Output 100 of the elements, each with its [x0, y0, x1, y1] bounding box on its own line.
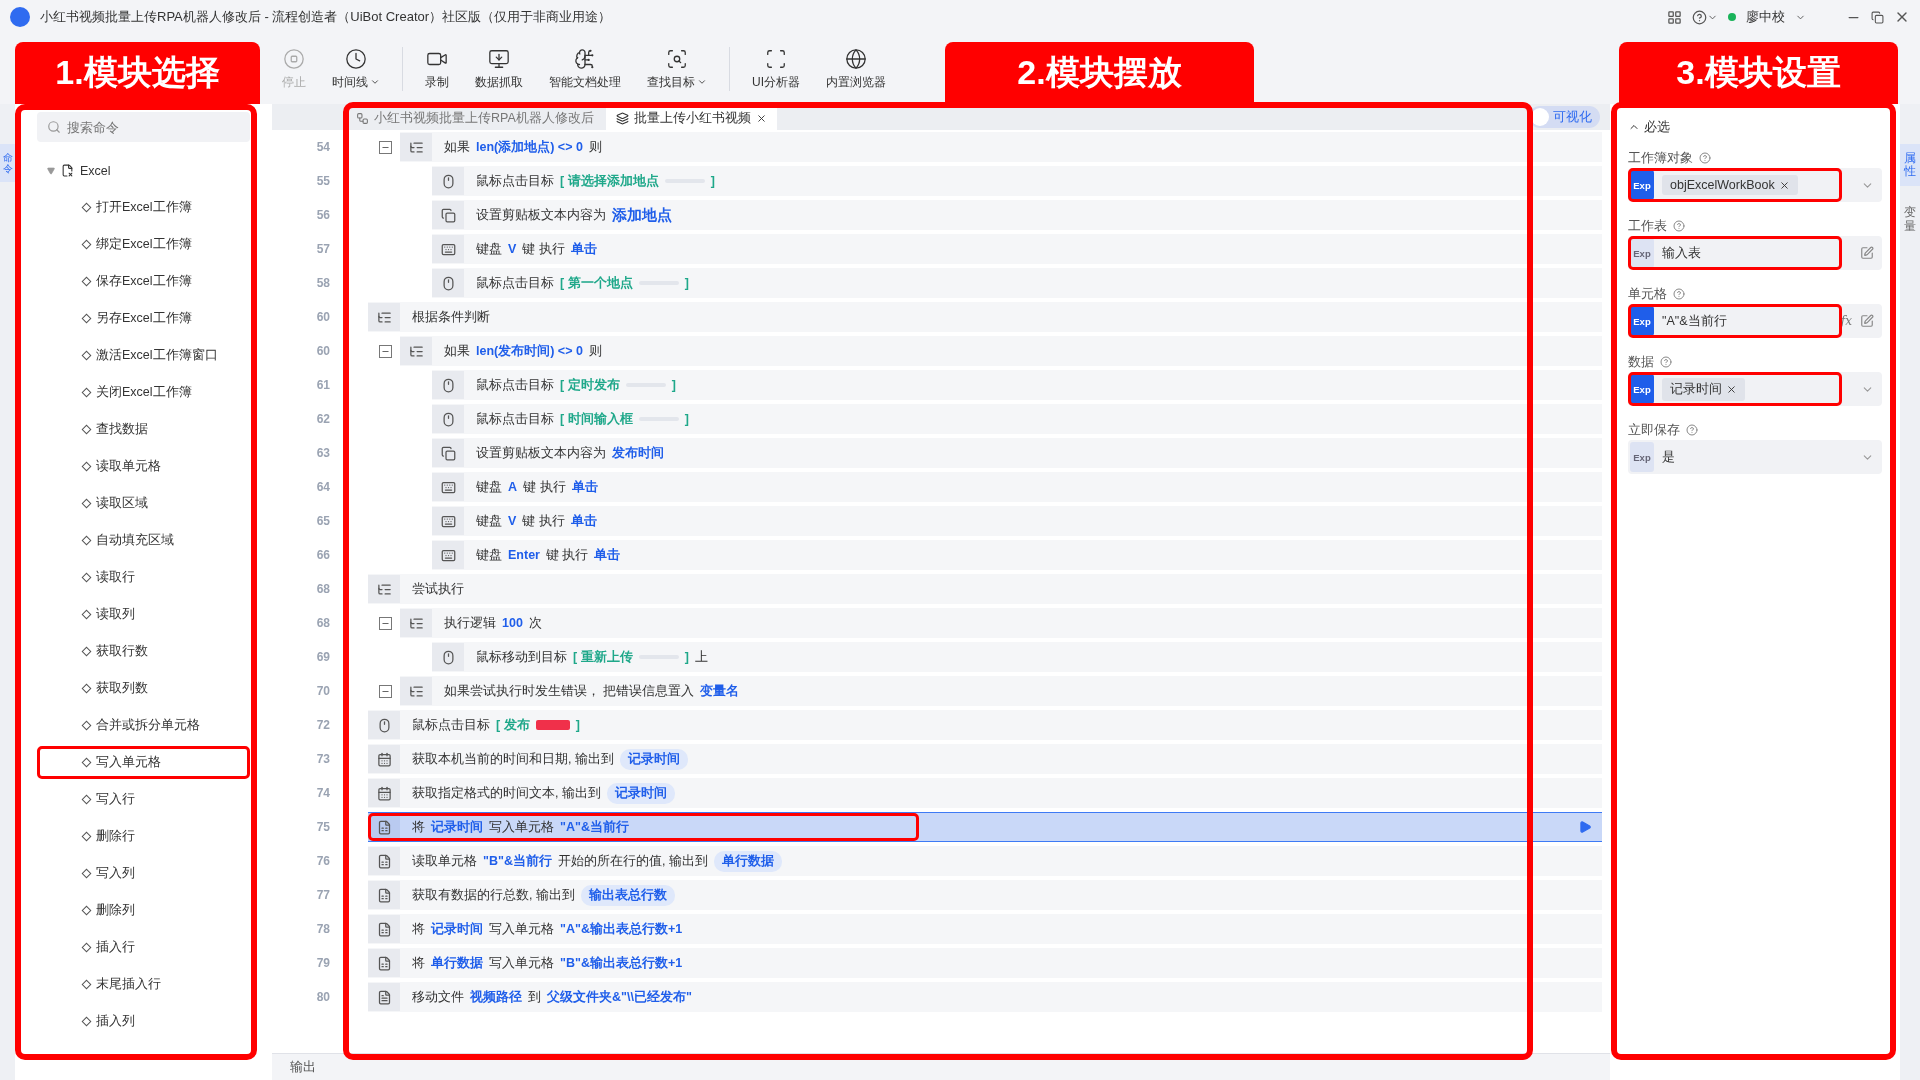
edit-icon[interactable] [1860, 314, 1874, 328]
statement-row[interactable]: 如果尝试执行时发生错误， 把错误信息置入 变量名 [400, 676, 1602, 706]
field-label: 立即保存 [1628, 421, 1680, 439]
field-value: 是 [1662, 448, 1676, 466]
user-name[interactable]: 廖中校 [1746, 8, 1785, 26]
toolbar-button[interactable]: 内置浏览器 [816, 43, 896, 95]
statement-row[interactable]: 键盘 Enter 键 执行 单击 [432, 540, 1602, 570]
variable-token: V [508, 242, 517, 256]
collapse-icon[interactable] [379, 344, 392, 358]
statement-row[interactable]: 鼠标点击目标 [ 第一个地点 ] [432, 268, 1602, 298]
command-item[interactable]: 删除列 [96, 902, 135, 919]
command-item[interactable]: 打开Excel工作簿 [96, 199, 192, 216]
toolbar-button[interactable]: UI分析器 [742, 43, 810, 95]
command-item[interactable]: 另存Excel工作簿 [96, 310, 192, 327]
statement-row[interactable]: 移动文件 视频路径 到 父级文件夹&"\\已经发布" [368, 982, 1602, 1012]
remove-icon[interactable] [1778, 179, 1790, 191]
run-button[interactable] [1578, 820, 1592, 834]
command-item[interactable]: 合并或拆分单元格 [96, 717, 200, 734]
toolbar-button[interactable]: 智能文档处理 [539, 43, 631, 95]
statement-row[interactable]: 鼠标点击目标 [ 时间输入框 ] [432, 404, 1602, 434]
command-item[interactable]: 查找数据 [96, 421, 148, 438]
command-item[interactable]: 绑定Excel工作簿 [96, 236, 192, 253]
toolbar-button[interactable]: 录制 [415, 43, 459, 95]
collapse-caret-icon[interactable] [47, 166, 55, 175]
toolbar-button[interactable]: 数据抓取 [465, 43, 533, 95]
statement-row[interactable]: 读取单元格 "B"&当前行 开始的所在行的值, 输出到 单行数据 [368, 846, 1602, 876]
statement-row[interactable]: 如果 len(添加地点) <> 0 则 [400, 132, 1602, 162]
statement-row[interactable]: 将 记录时间 写入单元格 "A"&当前行 [368, 812, 1602, 842]
statement-text: 设置剪贴板文本内容为 [476, 444, 606, 462]
command-item[interactable]: 获取行数 [96, 643, 148, 660]
command-item[interactable]: 删除行 [96, 828, 135, 845]
collapse-icon[interactable] [379, 616, 392, 630]
command-item[interactable]: 读取单元格 [96, 458, 161, 475]
collapse-icon[interactable] [379, 684, 392, 698]
statement-row[interactable]: 键盘 V 键 执行 单击 [432, 506, 1602, 536]
command-item[interactable]: 写入行 [96, 791, 135, 808]
property-field[interactable]: Exp 是 [1628, 440, 1882, 474]
command-item[interactable]: 插入行 [96, 939, 135, 956]
statement-row[interactable]: 键盘 A 键 执行 单击 [432, 472, 1602, 502]
command-item[interactable]: 读取列 [96, 606, 135, 623]
mouse-icon [440, 275, 456, 291]
command-item[interactable]: 自动填充区域 [96, 532, 174, 549]
statement-row[interactable]: 将 记录时间 写入单元格 "A"&输出表总行数+1 [368, 914, 1602, 944]
collapse-icon[interactable] [379, 140, 392, 154]
statement-row[interactable]: 鼠标点击目标 [ 发布 ] [368, 710, 1602, 740]
remove-icon[interactable] [1726, 383, 1737, 395]
toolbar-button[interactable]: 时间线 [322, 43, 390, 95]
variable-token: 100 [502, 616, 523, 630]
close-icon[interactable] [755, 112, 767, 124]
command-item[interactable]: 写入单元格 [96, 754, 161, 771]
statement-row[interactable]: 根据条件判断 [368, 302, 1602, 332]
restore-icon[interactable] [1871, 10, 1884, 24]
grid-icon[interactable] [1667, 9, 1682, 25]
clock-icon [345, 47, 367, 70]
side-tab[interactable]: 属性 [1900, 144, 1920, 187]
edit-icon[interactable] [1860, 246, 1874, 260]
mouse-icon [440, 377, 456, 393]
toolbar-button[interactable]: 查找目标 [637, 43, 717, 95]
search-field[interactable]: 搜索命令 [37, 112, 250, 142]
line-number: 61 [315, 378, 330, 392]
document-tab[interactable]: 批量上传小红书视频 [605, 106, 777, 130]
side-tab[interactable]: 命令 [0, 144, 15, 182]
statement-row[interactable]: 键盘 V 键 执行 单击 [432, 234, 1602, 264]
property-field[interactable]: Exp 记录时间 [1628, 372, 1882, 406]
section-header[interactable]: 必选 [1628, 118, 1882, 136]
statement-row[interactable]: 设置剪贴板文本内容为 添加地点 [432, 200, 1602, 230]
command-item[interactable]: 读取区域 [96, 495, 148, 512]
command-item[interactable]: 关闭Excel工作簿 [96, 384, 192, 401]
command-item[interactable]: 末尾插入行 [96, 976, 161, 993]
statement-row[interactable]: 如果 len(发布时间) <> 0 则 [400, 336, 1602, 366]
command-item[interactable]: 插入列 [96, 1013, 135, 1030]
statement-text: 将 [412, 818, 425, 836]
statement-row[interactable]: 尝试执行 [368, 574, 1602, 604]
statement-row[interactable]: 获取本机当前的时间和日期, 输出到 记录时间 [368, 744, 1602, 774]
spreadsheet-icon [376, 921, 392, 937]
statement-row[interactable]: 鼠标点击目标 [ 定时发布 ] [432, 370, 1602, 400]
statement-row[interactable]: 获取有数据的行总数, 输出到 输出表总行数 [368, 880, 1602, 910]
document-tab[interactable]: 小红书视频批量上传RPA机器人修改后 [346, 106, 604, 130]
statement-row[interactable]: 设置剪贴板文本内容为 发布时间 [432, 438, 1602, 468]
statement-row[interactable]: 获取指定格式的时间文本, 输出到 记录时间 [368, 778, 1602, 808]
help-icon[interactable] [1692, 9, 1718, 25]
expression-badge[interactable]: Exp [1630, 442, 1654, 472]
statement-text: 鼠标点击目标 [476, 410, 554, 428]
variable-token: 父级文件夹&"\\已经发布" [547, 988, 692, 1006]
command-item[interactable]: 获取列数 [96, 680, 148, 697]
command-item[interactable]: 读取行 [96, 569, 135, 586]
statement-row[interactable]: 执行逻辑 100 次 [400, 608, 1602, 638]
property-field[interactable]: Exp objExcelWorkBook [1628, 168, 1882, 202]
side-tab[interactable]: 变量 [1900, 198, 1920, 241]
output-tab[interactable]: 输出 [284, 1057, 322, 1077]
tree-group-label[interactable]: Excel [80, 163, 111, 178]
variable-token: 变量名 [700, 682, 740, 700]
calendar-icon [376, 751, 392, 767]
command-item[interactable]: 激活Excel工作簿窗口 [96, 347, 218, 364]
command-item[interactable]: 保存Excel工作簿 [96, 273, 192, 290]
command-item[interactable]: 写入列 [96, 865, 135, 882]
property-field[interactable]: Exp 输入表 [1628, 236, 1882, 270]
statement-row[interactable]: 鼠标移动到目标 [ 重新上传 ] 上 [432, 642, 1602, 672]
statement-row[interactable]: 将 单行数据 写入单元格 "B"&输出表总行数+1 [368, 948, 1602, 978]
statement-row[interactable]: 鼠标点击目标 [ 请选择添加地点 ] [432, 166, 1602, 196]
